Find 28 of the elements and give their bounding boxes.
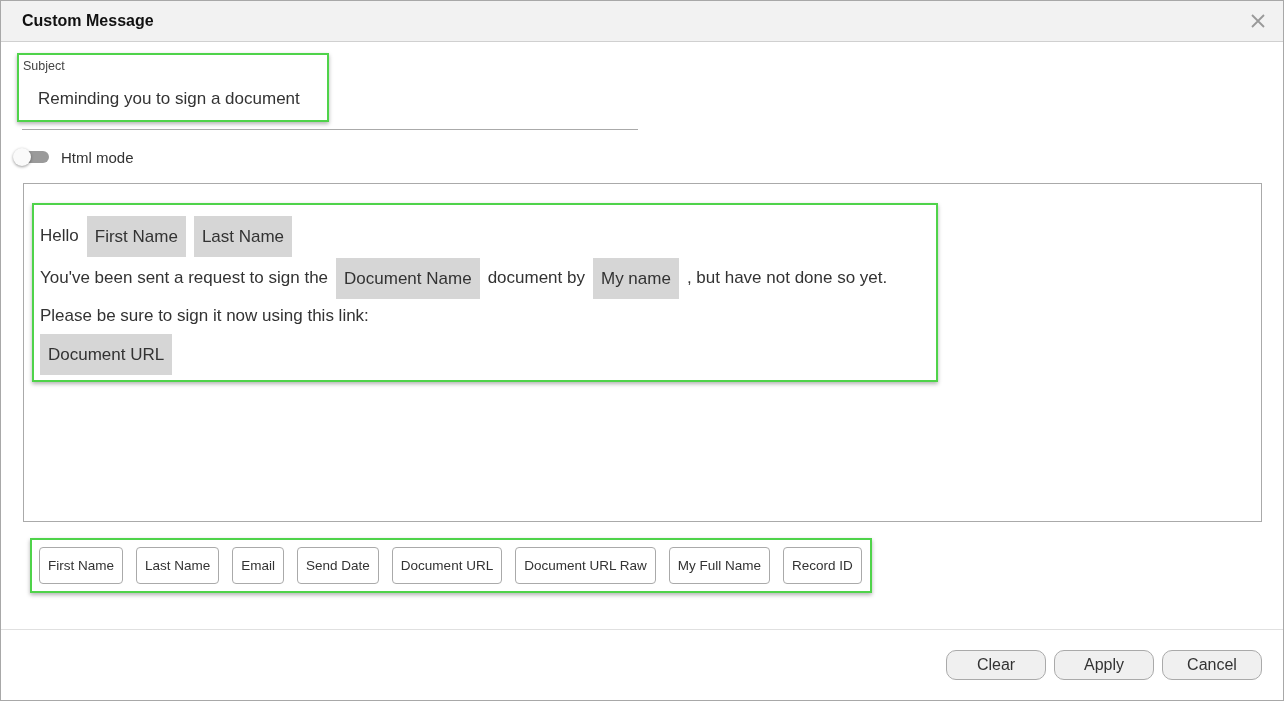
insert-field-button[interactable]: Document URL	[391, 547, 503, 584]
message-text: You've been sent a request to sign the	[40, 268, 329, 288]
toggle-switch[interactable]	[13, 148, 49, 166]
message-text: , but have not done so yet.	[686, 268, 888, 288]
merge-field-tag[interactable]: Document Name	[336, 257, 480, 299]
toggle-label: Html mode	[61, 148, 134, 166]
merge-field-tag[interactable]: Last Name	[193, 215, 293, 257]
merge-field-tag[interactable]: My name	[592, 257, 679, 299]
subject-field[interactable]: Reminding you to sign a document	[38, 89, 300, 109]
insert-field-button[interactable]: Document URL Raw	[515, 547, 656, 584]
message-text: Hello	[40, 226, 79, 246]
dialog-button[interactable]: Clear	[946, 650, 1046, 680]
message-text: Please be sure to sign it now using this link:	[40, 306, 369, 326]
merge-field-tag[interactable]: Document URL	[40, 333, 173, 375]
merge-field-tag[interactable]: First Name	[86, 215, 186, 257]
message-editor[interactable]: Hello First Name Last Name You've been sent a request to sign the Document Name document by My name , but have not done so yet. Please be sure to sign it now using this link: Document URL	[23, 183, 1262, 522]
insert-field-button[interactable]: My Full Name	[668, 547, 770, 584]
insert-field-button[interactable]: Send Date	[297, 547, 379, 584]
message-text: document by	[487, 268, 585, 288]
insert-field-button[interactable]: Email	[232, 547, 285, 584]
close-icon[interactable]	[1251, 14, 1265, 28]
insert-field-button[interactable]: Record ID	[782, 547, 862, 584]
field-label: Subject	[23, 59, 65, 73]
insert-field-button[interactable]: First Name	[39, 547, 123, 584]
dialog-title: Custom Message	[22, 12, 154, 30]
insert-field-button[interactable]: Last Name	[136, 547, 220, 584]
dialog-button[interactable]: Apply	[1054, 650, 1154, 680]
dialog-button[interactable]: Cancel	[1162, 650, 1262, 680]
